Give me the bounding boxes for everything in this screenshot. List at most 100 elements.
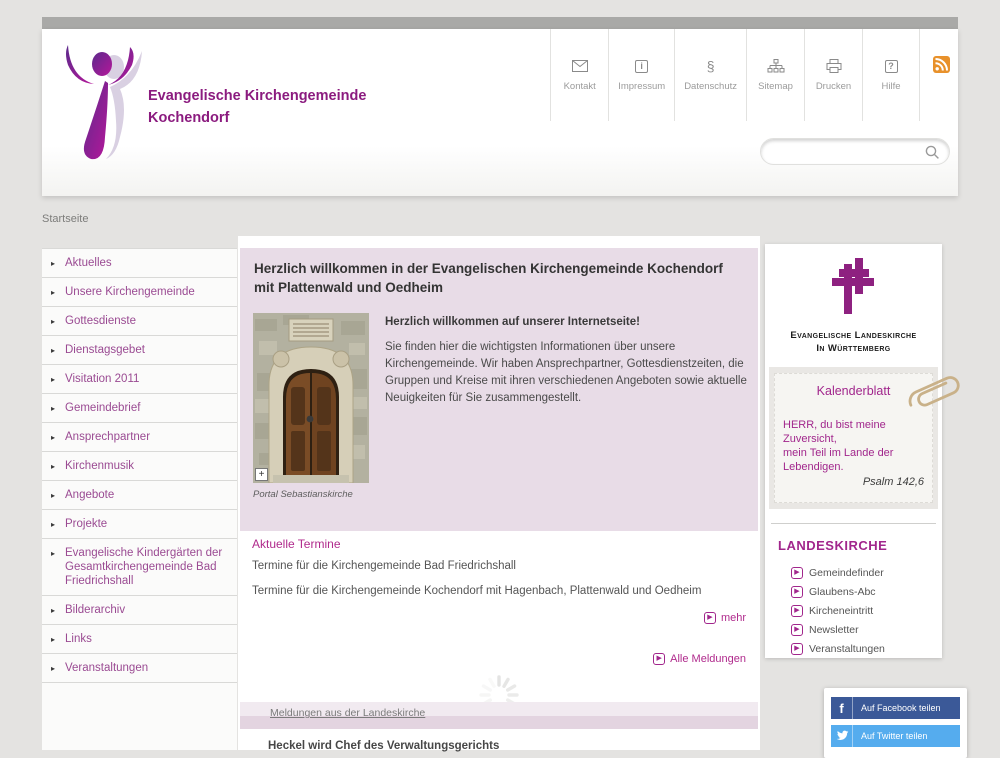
social-share-card: f Auf Facebook teilen Auf Twitter teilen xyxy=(824,688,967,758)
termine-heading: Aktuelle Termine xyxy=(252,537,746,551)
bullet-icon: ▸ xyxy=(51,604,55,618)
bullet-icon: ▸ xyxy=(51,662,55,676)
sidebar-item-kindergaerten[interactable]: ▸Evangelische Kindergärten der Gesamtkir… xyxy=(42,539,237,596)
link-gemeindefinder[interactable]: ▶ Gemeindefinder xyxy=(791,567,942,579)
paperclip-icon xyxy=(898,369,968,418)
image-zoom-button[interactable]: + xyxy=(255,468,268,481)
divider xyxy=(771,523,936,524)
bullet-icon: ▸ xyxy=(51,373,55,387)
welcome-text: Herzlich willkommen auf unserer Internet… xyxy=(385,316,747,407)
bullet-icon: ▸ xyxy=(51,460,55,474)
play-icon: ▶ xyxy=(704,612,716,624)
site-logo xyxy=(58,37,154,165)
alle-meldungen-link[interactable]: ▶ Alle Meldungen xyxy=(653,653,746,665)
nav-label: Hilfe xyxy=(872,81,910,92)
verse-line1: HERR, du bist meine Zuversicht, xyxy=(783,418,924,446)
sidebar-item-unsere-kirchengemeinde[interactable]: ▸Unsere Kirchengemeinde xyxy=(42,278,237,307)
bullet-icon: ▸ xyxy=(51,402,55,416)
play-icon: ▶ xyxy=(791,567,803,579)
nav-item-sitemap[interactable]: Sitemap xyxy=(746,29,804,121)
landeskirche-logo[interactable]: Evangelische Landeskirche In Württemberg xyxy=(765,244,942,355)
search-icon[interactable] xyxy=(925,145,940,165)
wuerttemberg-cross-icon xyxy=(831,258,877,316)
meldungen-link[interactable]: Meldungen aus der Landeskirche xyxy=(270,707,425,719)
bullet-icon: ▸ xyxy=(51,489,55,503)
link-newsletter[interactable]: ▶ Newsletter xyxy=(791,624,942,636)
intro-bold: Herzlich willkommen auf unserer Internet… xyxy=(385,316,747,328)
bullet-icon: ▸ xyxy=(51,518,55,532)
link-glaubens-abc[interactable]: ▶ Glaubens-Abc xyxy=(791,586,942,598)
nav-label: Impressum xyxy=(618,81,665,92)
bullet-icon: ▸ xyxy=(51,431,55,445)
site-header: Evangelische Kirchengemeinde Kochendorf … xyxy=(42,29,958,196)
landeskirche-wordmark-line2: In Württemberg xyxy=(765,342,942,355)
sidebar-item-gemeindebrief[interactable]: ▸Gemeindebrief xyxy=(42,394,237,423)
sidebar-item-kirchenmusik[interactable]: ▸Kirchenmusik xyxy=(42,452,237,481)
sidebar-item-links[interactable]: ▸Links xyxy=(42,625,237,654)
facebook-share-button[interactable]: f Auf Facebook teilen xyxy=(831,697,960,719)
mail-icon xyxy=(560,57,599,75)
verse-source: Psalm 142,6 xyxy=(783,476,924,488)
twitter-share-button[interactable]: Auf Twitter teilen xyxy=(831,725,960,747)
bullet-icon: ▸ xyxy=(51,633,55,647)
image-caption: Portal Sebastianskirche xyxy=(253,489,369,500)
search-input[interactable] xyxy=(773,140,923,163)
nav-label: Kontakt xyxy=(560,81,599,92)
help-icon: ? xyxy=(872,57,910,75)
link-veranstaltungen[interactable]: ▶ Veranstaltungen xyxy=(791,643,942,655)
nav-item-hilfe[interactable]: ? Hilfe xyxy=(862,29,920,121)
page-title: Evangelische Kirchengemeinde Kochendorf xyxy=(148,85,366,129)
main-content: Herzlich willkommen in der Evangelischen… xyxy=(238,236,760,750)
paragraph-icon: § xyxy=(684,57,737,75)
welcome-heading: Herzlich willkommen in der Evangelischen… xyxy=(240,248,758,297)
landeskirche-wordmark-line1: Evangelische Landeskirche xyxy=(765,329,942,342)
info-icon: i xyxy=(618,57,665,75)
sidebar-item-projekte[interactable]: ▸Projekte xyxy=(42,510,237,539)
rss-icon[interactable] xyxy=(933,56,950,73)
breadcrumb[interactable]: Startseite xyxy=(42,213,88,225)
right-sidebar: Evangelische Landeskirche In Württemberg… xyxy=(765,244,942,658)
top-gray-bar xyxy=(42,17,958,29)
landeskirche-links: ▶ Gemeindefinder ▶ Glaubens-Abc ▶ Kirche… xyxy=(791,567,942,655)
kalenderblatt-widget: Kalenderblatt HERR, du bist meine Zuvers… xyxy=(769,367,938,509)
intro-paragraph: Sie finden hier die wichtigsten Informat… xyxy=(385,339,747,407)
sidebar-item-gottesdienste[interactable]: ▸Gottesdienste xyxy=(42,307,237,336)
main-menu: ▸Aktuelles ▸Unsere Kirchengemeinde ▸Gott… xyxy=(42,248,237,750)
church-portal-image[interactable]: + xyxy=(253,313,369,483)
sidebar-item-bilderarchiv[interactable]: ▸Bilderarchiv xyxy=(42,596,237,625)
printer-icon xyxy=(814,57,853,75)
sidebar-item-veranstaltungen[interactable]: ▸Veranstaltungen xyxy=(42,654,237,683)
nav-item-impressum[interactable]: i Impressum xyxy=(608,29,674,121)
sidebar-item-angebote[interactable]: ▸Angebote xyxy=(42,481,237,510)
bullet-icon: ▸ xyxy=(51,344,55,358)
link-kircheneintritt[interactable]: ▶ Kircheneintritt xyxy=(791,605,942,617)
landeskirche-links-heading: LANDESKIRCHE xyxy=(778,538,942,553)
nav-item-kontakt[interactable]: Kontakt xyxy=(550,29,608,121)
verse-line2: mein Teil im Lande der Lebendigen. xyxy=(783,446,924,474)
bullet-icon: ▸ xyxy=(51,315,55,329)
play-icon: ▶ xyxy=(791,586,803,598)
search-box xyxy=(760,138,950,165)
nav-label: Datenschutz xyxy=(684,81,737,92)
site-title-line2: Kochendorf xyxy=(148,107,366,129)
facebook-icon: f xyxy=(831,697,853,719)
site-title-line1: Evangelische Kirchengemeinde xyxy=(148,85,366,107)
sidebar-item-ansprechpartner[interactable]: ▸Ansprechpartner xyxy=(42,423,237,452)
bullet-icon: ▸ xyxy=(51,286,55,300)
nav-item-drucken[interactable]: Drucken xyxy=(804,29,862,121)
sidebar-item-aktuelles[interactable]: ▸Aktuelles xyxy=(42,249,237,278)
bullet-icon: ▸ xyxy=(51,547,55,561)
news-headline[interactable]: Heckel wird Chef des Verwaltungsgerichts xyxy=(268,740,728,752)
nav-item-datenschutz[interactable]: § Datenschutz xyxy=(674,29,746,121)
mehr-link[interactable]: ▶ mehr xyxy=(704,612,746,624)
play-icon: ▶ xyxy=(791,643,803,655)
meldungen-band: Meldungen aus der Landeskirche xyxy=(240,702,758,729)
termine-section: Aktuelle Termine Termine für die Kirchen… xyxy=(238,531,760,665)
termine-item-friedrichshall[interactable]: Termine für die Kirchengemeinde Bad Frie… xyxy=(252,560,746,572)
bullet-icon: ▸ xyxy=(51,257,55,271)
church-door-illustration xyxy=(253,313,369,483)
sidebar-item-dienstagsgebet[interactable]: ▸Dienstagsgebet xyxy=(42,336,237,365)
sidebar-item-visitation-2011[interactable]: ▸Visitation 2011 xyxy=(42,365,237,394)
utility-nav: Kontakt i Impressum § Datenschutz Sitema… xyxy=(550,29,920,121)
termine-item-kochendorf[interactable]: Termine für die Kirchengemeinde Kochendo… xyxy=(252,585,746,597)
